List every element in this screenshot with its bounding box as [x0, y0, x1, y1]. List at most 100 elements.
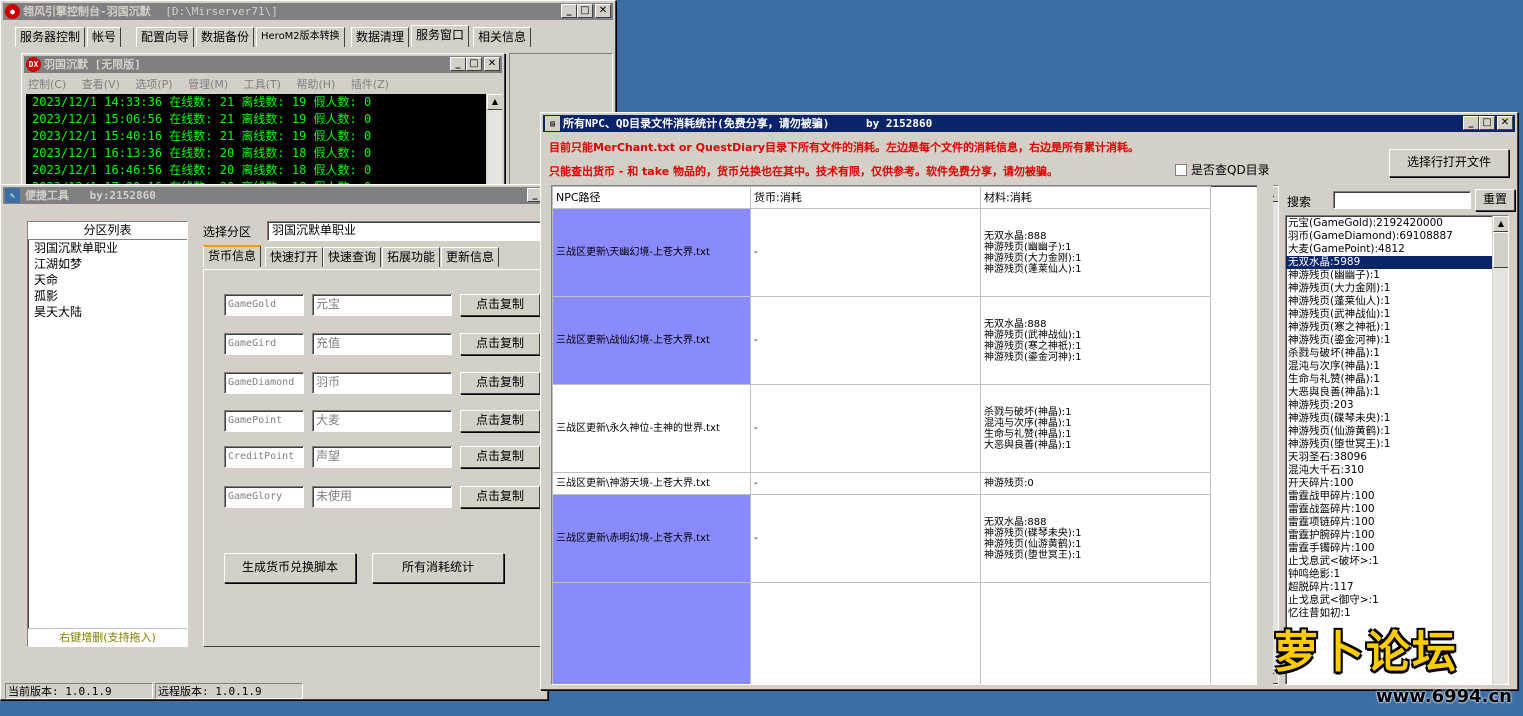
currency-cell[interactable]: -: [750, 494, 981, 583]
list-item[interactable]: 雷霆战盔碎片:100: [1286, 503, 1508, 516]
scroll-thumb[interactable]: [1493, 232, 1508, 268]
list-item[interactable]: 羽币(GameDiamond):69108887: [1286, 230, 1508, 243]
menu-control[interactable]: 控制(C): [28, 78, 66, 91]
tab-quick-open[interactable]: 快速打开: [265, 247, 324, 267]
maximize-icon[interactable]: □: [577, 4, 593, 18]
minimize-icon[interactable]: _: [561, 4, 577, 18]
generate-script-button[interactable]: 生成货币兑换脚本: [224, 553, 356, 583]
tab-data-cleanup[interactable]: 数据清理: [351, 27, 410, 47]
table-row[interactable]: 三战区更新\天幽幻境-上苍大界.txt - 无双水晶:888 神游残页(幽幽子)…: [552, 208, 1211, 297]
list-item[interactable]: 止戈息武<御守>:1: [1286, 594, 1508, 607]
list-item[interactable]: 钟鸣绝影:1: [1286, 568, 1508, 581]
reset-button[interactable]: 重置: [1475, 189, 1515, 211]
scroll-up-icon[interactable]: ▲: [1493, 216, 1508, 232]
outer-scrollbar[interactable]: [1257, 185, 1273, 685]
copy-button[interactable]: 点击复制: [460, 333, 540, 355]
zone-list[interactable]: 分区列表 羽国沉默单职业 江湖如梦 天命 孤影 昊天大陆 右键增删(支持拖入): [27, 221, 188, 647]
list-item-selected[interactable]: 无双水晶:5989: [1286, 256, 1508, 269]
copy-button[interactable]: 点击复制: [460, 486, 540, 508]
currency-name-field[interactable]: 元宝: [312, 294, 452, 316]
path-cell[interactable]: 三战区更新\永久神位-主神的世界.txt: [552, 384, 751, 473]
list-item[interactable]: 大恶與良善(神晶):1: [1286, 386, 1508, 399]
tab-quick-query[interactable]: 快速查询: [323, 247, 382, 267]
zone-item[interactable]: 羽国沉默单职业: [28, 240, 187, 256]
zone-select[interactable]: 羽国沉默单职业: [267, 221, 547, 241]
list-item[interactable]: 神游残页(幽幽子):1: [1286, 269, 1508, 282]
materials-cell[interactable]: 无双水晶:888 神游残页(幽幽子):1 神游残页(大力金刚):1 神游残页(蓬…: [980, 208, 1211, 297]
list-item[interactable]: 止戈息武<破坏>:1: [1286, 555, 1508, 568]
tab-data-backup[interactable]: 数据备份: [196, 27, 255, 47]
stats-title-bar[interactable]: ▤ 所有NPC、QD目录文件消耗统计(免费分享，请勿被骗) by 2152860…: [543, 115, 1515, 132]
path-cell[interactable]: 三战区更新\天幽幻境-上苍大界.txt: [552, 208, 751, 297]
close-icon[interactable]: ✕: [484, 57, 500, 71]
menu-tools[interactable]: 工具(T): [244, 78, 281, 91]
currency-code-field[interactable]: GamePoint: [224, 410, 304, 432]
currency-name-field[interactable]: 羽币: [312, 372, 452, 394]
copy-button[interactable]: 点击复制: [460, 410, 540, 432]
path-cell[interactable]: [552, 582, 751, 684]
list-item[interactable]: 神游残页(大力金刚):1: [1286, 282, 1508, 295]
list-item[interactable]: 混沌大千石:310: [1286, 464, 1508, 477]
table-row[interactable]: 三战区更新\赤明幻境-上苍大界.txt - 无双水晶:888 神游残页(碟琴未央…: [552, 494, 1211, 583]
list-item[interactable]: 神游残页(堕世冥王):1: [1286, 438, 1508, 451]
currency-name-field[interactable]: 未使用: [312, 486, 452, 508]
currency-code-field[interactable]: GameDiamond: [224, 372, 304, 394]
currency-name-field[interactable]: 大麦: [312, 410, 452, 432]
path-cell[interactable]: 三战区更新\赤明幻境-上苍大界.txt: [552, 494, 751, 583]
list-item[interactable]: 混沌与次序(神晶):1: [1286, 360, 1508, 373]
log-scrollbar[interactable]: ▲: [486, 94, 502, 190]
detail-grid[interactable]: NPC路径 货币:消耗 材料:消耗 三战区更新\天幽幻境-上苍大界.txt - …: [551, 185, 1279, 685]
list-item[interactable]: 雷霆手镯碎片:100: [1286, 542, 1508, 555]
currency-code-field[interactable]: CreditPoint: [224, 446, 304, 468]
list-item[interactable]: 元宝(GameGold):2192420000: [1286, 217, 1508, 230]
tab-server-control[interactable]: 服务器控制: [15, 27, 86, 47]
currency-cell[interactable]: -: [750, 384, 981, 473]
minimize-icon[interactable]: _: [450, 57, 466, 71]
close-icon[interactable]: ✕: [595, 4, 611, 18]
totals-scrollbar[interactable]: ▲: [1492, 216, 1508, 684]
tab-currency-info[interactable]: 货币信息: [203, 245, 262, 267]
tab-related-info[interactable]: 相关信息: [473, 27, 532, 47]
list-item[interactable]: 雷霆战甲碎片:100: [1286, 490, 1508, 503]
open-file-button[interactable]: 选择行打开文件: [1389, 149, 1509, 177]
menu-help[interactable]: 帮助(H): [296, 78, 335, 91]
materials-cell[interactable]: 神游残页:0: [980, 472, 1211, 495]
table-row[interactable]: 三战区更新\永久神位-主神的世界.txt - 杀戮与破坏(神晶):1 混沌与次序…: [552, 384, 1211, 473]
list-item[interactable]: 开天碎片:100: [1286, 477, 1508, 490]
tools-title-bar[interactable]: ✎ 便捷工具 by:2152860 _: [3, 187, 545, 204]
list-item[interactable]: 超脱碎片:117: [1286, 581, 1508, 594]
close-icon[interactable]: ✕: [1497, 116, 1513, 130]
currency-cell[interactable]: -: [750, 208, 981, 297]
menu-options[interactable]: 选项(P): [135, 78, 172, 91]
menu-view[interactable]: 查看(V): [82, 78, 120, 91]
tab-herom2[interactable]: HeroM2版本转换: [256, 27, 345, 47]
tab-config-wizard[interactable]: 配置向导: [136, 27, 195, 47]
list-item[interactable]: 大麦(GamePoint):4812: [1286, 243, 1508, 256]
totals-list[interactable]: 元宝(GameGold):2192420000 羽币(GameDiamond):…: [1285, 215, 1509, 685]
currency-code-field[interactable]: GameGird: [224, 333, 304, 355]
list-item[interactable]: 神游残页:203: [1286, 399, 1508, 412]
path-cell[interactable]: 三战区更新\神游天境-上苍大界.txt: [552, 472, 751, 495]
maximize-icon[interactable]: □: [1479, 116, 1495, 130]
server-log[interactable]: 2023/12/1 14:33:36 在线数: 21 离线数: 19 假人数: …: [26, 94, 502, 190]
copy-button[interactable]: 点击复制: [460, 294, 540, 316]
zone-item[interactable]: 天命: [28, 272, 187, 288]
column-header[interactable]: 货币:消耗: [750, 186, 981, 209]
table-row[interactable]: 三战区更新\神游天境-上苍大界.txt - 神游残页:0: [552, 472, 1211, 495]
currency-name-field[interactable]: 声望: [312, 446, 452, 468]
materials-cell[interactable]: 无双水晶:888 神游残页(碟琴未央):1 神游残页(仙游黄鹤):1 神游残页(…: [980, 494, 1211, 583]
list-item[interactable]: 神游残页(蓬莱仙人):1: [1286, 295, 1508, 308]
maximize-icon[interactable]: □: [466, 57, 482, 71]
list-item[interactable]: 神游残页(鎏金河神):1: [1286, 334, 1508, 347]
materials-cell[interactable]: 杀戮与破坏(神晶):1 混沌与次序(神晶):1 生命与礼赞(神晶):1 大恶與良…: [980, 384, 1211, 473]
scroll-up-icon[interactable]: ▲: [487, 94, 502, 110]
qd-checkbox[interactable]: [1175, 164, 1187, 176]
zone-item[interactable]: 孤影: [28, 288, 187, 304]
tab-update-info[interactable]: 更新信息: [441, 247, 500, 267]
minimize-icon[interactable]: _: [1463, 116, 1479, 130]
list-item[interactable]: 神游残页(碟琴未央):1: [1286, 412, 1508, 425]
table-row[interactable]: 三战区更新\战仙幻境-上苍大界.txt - 无双水晶:888 神游残页(武神战仙…: [552, 296, 1211, 385]
menu-plugins[interactable]: 插件(Z): [351, 78, 389, 91]
tab-extensions[interactable]: 拓展功能: [382, 247, 441, 267]
table-row[interactable]: [552, 582, 1211, 684]
